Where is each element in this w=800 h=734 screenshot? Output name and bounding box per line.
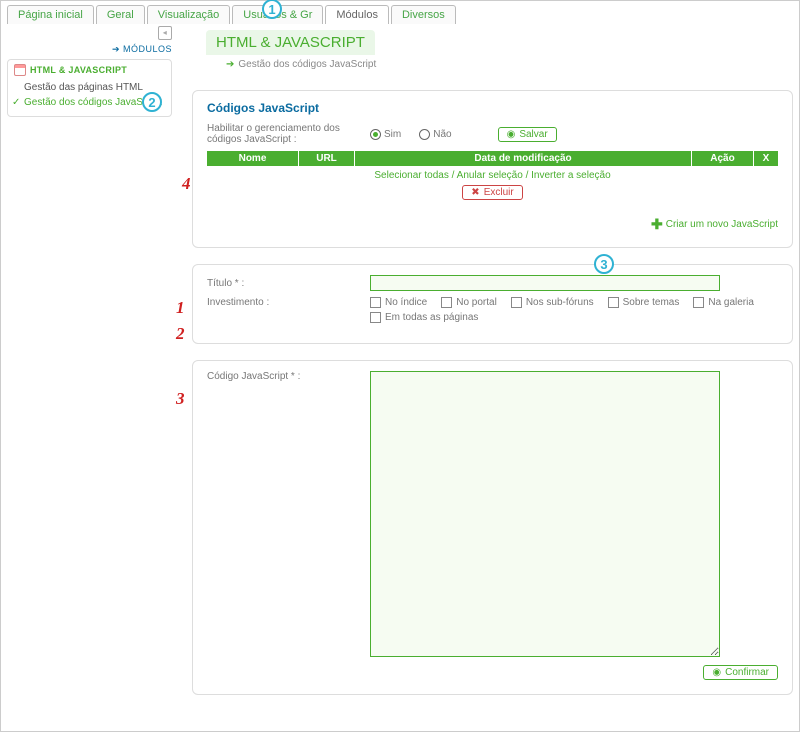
- x-icon: ✖: [471, 187, 479, 198]
- check-no-portal[interactable]: No portal: [441, 297, 497, 308]
- code-label: Código JavaScript * :: [207, 371, 362, 382]
- checkbox-icon: [511, 297, 522, 308]
- enable-label: Habilitar o gerenciamento dos códigos Ja…: [207, 123, 362, 145]
- title-label: Título * :: [207, 278, 362, 289]
- delete-button[interactable]: ✖ Excluir: [462, 185, 522, 200]
- tab-modulos[interactable]: Módulos: [325, 5, 389, 24]
- save-button[interactable]: ◉ Salvar: [498, 127, 557, 142]
- tab-pagina-inicial[interactable]: Página inicial: [7, 5, 94, 24]
- top-tabs: Página inicial Geral Visualização Usuári…: [7, 5, 793, 24]
- invest-checks: No índice No portal Nos sub-fóruns Sobre…: [370, 297, 778, 323]
- check-todas-paginas[interactable]: Em todas as páginas: [370, 312, 778, 323]
- radio-dot-icon: [419, 129, 430, 140]
- sidebar: ◂ ➔ MÓDULOS HTML & JAVASCRIPT Gestão das…: [7, 30, 172, 711]
- main-content: HTML & JAVASCRIPT ➔Gestão dos códigos Ja…: [172, 30, 793, 711]
- checkbox-icon: [608, 297, 619, 308]
- radio-sim[interactable]: Sim: [370, 129, 401, 140]
- th-data: Data de modificação: [355, 151, 692, 166]
- th-nome: Nome: [207, 151, 299, 166]
- th-url: URL: [299, 151, 355, 166]
- calendar-icon: [14, 64, 26, 76]
- panel-title-invest: Título * : Investimento : No índice No p…: [192, 264, 793, 344]
- panel-code: Código JavaScript * : ◉ Confirmar: [192, 360, 793, 695]
- tab-visualizacao[interactable]: Visualização: [147, 5, 231, 24]
- tab-geral[interactable]: Geral: [96, 5, 145, 24]
- th-x: X: [754, 151, 778, 166]
- code-textarea[interactable]: [370, 371, 720, 657]
- modules-link-label: ➔ MÓDULOS: [112, 44, 172, 54]
- check-icon: ◉: [507, 129, 516, 140]
- check-sobre-temas[interactable]: Sobre temas: [608, 297, 680, 308]
- confirm-button[interactable]: ◉ Confirmar: [703, 665, 778, 680]
- check-no-indice[interactable]: No índice: [370, 297, 427, 308]
- check-na-galeria[interactable]: Na galeria: [693, 297, 754, 308]
- checkbox-icon: [370, 312, 381, 323]
- title-input[interactable]: [370, 275, 720, 291]
- selection-links[interactable]: Selecionar todas / Anular seleção / Inve…: [207, 170, 778, 181]
- create-js-link[interactable]: ✚ Criar um novo JavaScript: [651, 216, 778, 233]
- radio-dot-icon: [370, 129, 381, 140]
- breadcrumb: ➔Gestão dos códigos JavaScript: [226, 59, 793, 70]
- arrow-icon: ➔: [226, 59, 234, 70]
- tab-diversos[interactable]: Diversos: [391, 5, 456, 24]
- check-subforuns[interactable]: Nos sub-fóruns: [511, 297, 594, 308]
- sidebar-item-html-pages[interactable]: Gestão das páginas HTML: [14, 80, 165, 95]
- invest-label: Investimento :: [207, 297, 362, 308]
- sidebar-item-js-codes[interactable]: Gestão dos códigos JavaScript: [14, 95, 165, 110]
- sidebar-panel: HTML & JAVASCRIPT Gestão das páginas HTM…: [7, 59, 172, 117]
- panel-js-codes: Códigos JavaScript Habilitar o gerenciam…: [192, 90, 793, 248]
- checkbox-icon: [441, 297, 452, 308]
- table-header: Nome URL Data de modificação Ação X: [207, 151, 778, 166]
- modules-link[interactable]: ◂ ➔ MÓDULOS: [7, 44, 172, 55]
- check-icon: ◉: [712, 667, 721, 678]
- sound-icon[interactable]: ◂: [158, 26, 172, 40]
- tab-usuarios[interactable]: Usuários & Gr: [232, 5, 323, 24]
- th-acao: Ação: [692, 151, 754, 166]
- page-title: HTML & JAVASCRIPT: [206, 30, 375, 55]
- plus-icon: ✚: [651, 216, 663, 233]
- checkbox-icon: [370, 297, 381, 308]
- panel-js-title: Códigos JavaScript: [207, 101, 778, 115]
- radio-nao[interactable]: Não: [419, 129, 451, 140]
- sidebar-section-title: HTML & JAVASCRIPT: [14, 64, 165, 76]
- checkbox-icon: [693, 297, 704, 308]
